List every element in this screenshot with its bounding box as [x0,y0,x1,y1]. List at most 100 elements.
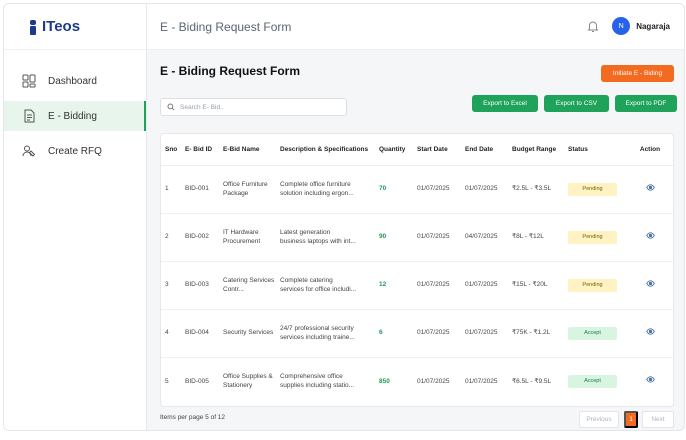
status-badge: Pending [568,278,617,292]
header-title: E - Biding Request Form [160,19,292,34]
sidebar-nav: Dashboard E - Bidding Create RFQ [4,66,146,166]
page-title: E - Biding Request Form [160,64,301,78]
cell-start-date: 01/07/2025 [413,165,461,214]
cell-budget: ₹2.5L - ₹3.5L [508,165,564,214]
view-eye-icon[interactable] [645,375,655,384]
page-1-button[interactable]: 1 [624,411,638,428]
cell-action [621,261,673,310]
col-end-date: End Date [461,134,508,166]
sidebar-item-create-rfq[interactable]: Create RFQ [4,136,146,166]
document-icon [22,109,36,123]
table-row: 2 BID-002 IT Hardware Procurement Latest… [161,213,673,262]
cell-description: Comprehensive office supplies including s… [280,372,355,390]
cell-budget: ₹15L - ₹20L [508,261,564,310]
user-name[interactable]: Nagaraja [636,22,670,31]
cell-bid-name: Catering Services Contr... [219,261,276,310]
cell-quantity: 6 [375,309,413,358]
cell-end-date: 01/07/2025 [461,309,508,358]
col-action: Action [621,134,673,166]
cell-end-date: 01/07/2025 [461,261,508,310]
create-rfq-icon [22,144,36,158]
cell-budget: ₹75K - ₹1.2L [508,309,564,358]
sidebar-item-e-bidding[interactable]: E - Bidding [4,101,146,131]
cell-start-date: 01/07/2025 [413,309,461,358]
cell-quantity: 850 [379,377,390,385]
logo-icon [30,19,36,35]
cell-end-date: 01/07/2025 [461,165,508,214]
cell-sno: 4 [161,309,181,358]
status-badge: Pending [568,230,617,244]
cell-bid-name: IT Hardware Procurement [219,213,276,262]
cell-sno: 1 [161,165,181,214]
cell-action [621,165,673,214]
cell-end-date: 01/07/2025 [465,377,498,385]
view-eye-icon[interactable] [645,279,655,288]
col-sno: Sno [161,134,181,166]
avatar[interactable]: N [612,17,631,35]
cell-description: 24/7 professional security services inclu… [276,309,375,358]
app-window: ITeos Dashboard E - Bidding Create RFQ E… [3,3,685,431]
search-input[interactable] [180,103,340,111]
export-pdf-button[interactable]: Export to PDF [615,95,677,112]
bids-table: Sno E- Bid ID E-Bid Name Description & S… [160,133,674,407]
export-csv-button[interactable]: Export to CSV [544,95,609,112]
cell-sno: 3 [161,261,181,310]
search-box [160,98,347,116]
main-content: E - Biding Request Form Initiate E - Bid… [147,50,684,430]
cell-start-date: 01/07/2025 [413,213,461,262]
view-eye-icon[interactable] [645,231,655,240]
initiate-e-biding-button[interactable]: Initiate E - Biding [601,65,674,82]
items-per-page-text: Items per page 5 of 12 [160,414,226,421]
cell-description: Complete catering services for office inc… [276,261,375,310]
sidebar: ITeos Dashboard E - Bidding Create RFQ [4,4,147,430]
view-eye-icon[interactable] [645,183,655,192]
table-header-row: Sno E- Bid ID E-Bid Name Description & S… [161,134,673,166]
cell-bid-name: Office Supplies & Stationery [223,372,273,390]
sidebar-item-label: E - Bidding [48,110,97,122]
previous-page-button[interactable]: Previous [579,411,619,428]
cell-action [621,357,673,405]
cell-bid-id: BID-005 [185,377,209,385]
table-row: 4 BID-004 Security Services 24/7 profess… [161,309,673,358]
sidebar-item-dashboard[interactable]: Dashboard [4,66,146,96]
col-quantity: Quantity [375,134,413,166]
status-badge: Accept [568,374,617,388]
col-description: Description & Specifications [276,134,375,166]
cell-action [621,309,673,358]
next-page-button[interactable]: Next [642,411,674,428]
cell-quantity: 90 [375,213,413,262]
export-excel-button[interactable]: Export to Excel [472,95,538,112]
col-bid-id: E- Bid ID [181,134,219,166]
status-badge: Pending [568,182,617,196]
cell-sno: 5 [165,377,169,385]
col-budget-range: Budget Range [508,134,564,166]
top-header: E - Biding Request Form N Nagaraja [147,4,684,50]
cell-bid-id: BID-002 [181,213,219,262]
table-row: 5 BID-005 Office Supplies & Stationery C… [161,357,673,405]
cell-bid-id: BID-003 [181,261,219,310]
cell-action [621,213,673,262]
table-row: 3 BID-003 Catering Services Contr... Com… [161,261,673,310]
cell-quantity: 70 [375,165,413,214]
cell-budget: ₹6.5L - ₹9.5L [512,377,552,385]
col-bid-name: E-Bid Name [219,134,276,166]
header-actions: N Nagaraja [586,17,670,35]
status-badge: Accept [568,326,617,340]
view-eye-icon[interactable] [645,327,655,336]
sidebar-item-label: Dashboard [48,75,97,87]
cell-status: Pending [564,213,621,262]
sidebar-item-label: Create RFQ [48,145,102,157]
cell-end-date: 04/07/2025 [461,213,508,262]
cell-start-date: 01/07/2025 [413,261,461,310]
cell-status: Accept [564,309,621,358]
cell-sno: 2 [161,213,181,262]
cell-status: Pending [564,261,621,310]
cell-bid-name: Office Furniture Package [219,165,276,214]
cell-bid-id: BID-004 [181,309,219,358]
search-icon [167,103,175,111]
cell-budget: ₹8L - ₹12L [508,213,564,262]
cell-description: Complete office furniture solution includ… [276,165,375,214]
cell-start-date: 01/07/2025 [417,377,450,385]
bell-icon[interactable] [586,19,600,33]
col-start-date: Start Date [413,134,461,166]
